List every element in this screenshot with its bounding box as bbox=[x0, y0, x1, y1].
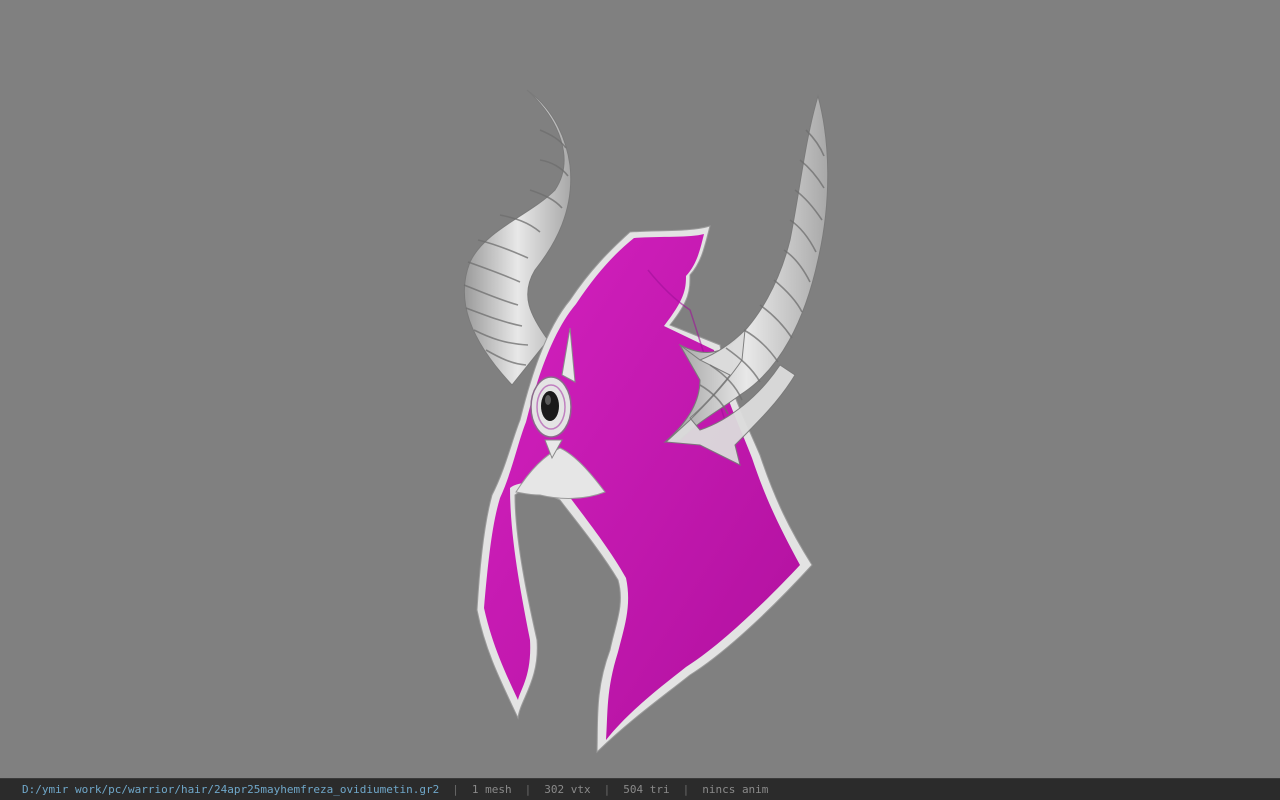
separator: | bbox=[682, 783, 690, 796]
triangle-count: 504 tri bbox=[623, 783, 670, 796]
vertex-count: 302 vtx bbox=[544, 783, 591, 796]
anim-status: nincs anim bbox=[702, 783, 769, 796]
separator: | bbox=[452, 783, 459, 796]
mesh-count: 1 mesh bbox=[471, 783, 512, 796]
file-path: D:/ymir work/pc/warrior/hair/24apr25mayh… bbox=[22, 783, 440, 796]
separator: | bbox=[524, 783, 532, 796]
3d-viewport[interactable] bbox=[0, 0, 1280, 778]
status-bar: D:/ymir work/pc/warrior/hair/24apr25mayh… bbox=[0, 778, 1280, 800]
separator: | bbox=[603, 783, 611, 796]
helmet-model[interactable] bbox=[0, 0, 1280, 778]
